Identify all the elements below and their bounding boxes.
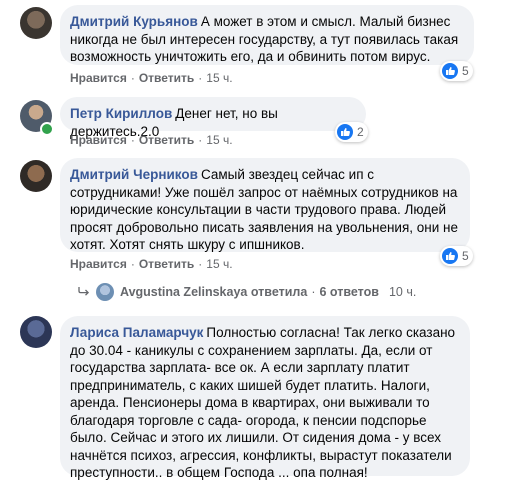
thumbs-up-icon [442,63,458,79]
reaction-count-value: 5 [462,249,469,263]
comment: Лариса Паламарчук Полностью согласна! Так… [0,310,512,480]
separator: · [130,133,135,147]
reply-link[interactable]: Ответить [139,71,194,85]
avatar[interactable] [20,316,52,348]
like-link[interactable]: Нравится [70,133,127,147]
comment-bubble: Дмитрий Курьянов А может в этом и смысл. … [60,5,474,65]
comment-bubble: Петр Кириллов Денег нет, но вы держитесь.… [60,97,366,139]
separator: · [198,71,203,85]
separator: · [198,257,203,271]
comment: Петр Кириллов Денег нет, но вы держитесь.… [0,90,512,150]
reaction-count[interactable]: 5 [440,61,473,81]
reaction-count[interactable]: 5 [440,246,473,266]
comment: Дмитрий Черников Самый звездец сейчас ип … [0,150,512,310]
comment-actions: Нравится · Ответить · 15 ч. [70,256,233,272]
comment-author[interactable]: Дмитрий Черников [70,167,198,182]
reply-author[interactable]: Avgustina Zelinskaya [120,282,247,302]
comment-text: Полностью согласна! Так легко сказано до… [70,325,456,480]
like-link[interactable]: Нравится [70,71,127,85]
comment-author[interactable]: Лариса Паламарчук [70,325,203,340]
online-status-icon [40,122,54,136]
comment-author[interactable]: Дмитрий Курьянов [70,14,198,29]
comment-time[interactable]: 15 ч. [206,133,232,147]
separator: · [311,285,316,299]
comment: Дмитрий Курьянов А может в этом и смысл. … [0,0,512,90]
avatar[interactable] [20,7,52,39]
comment-actions: Нравится · Ответить · 15 ч. [70,70,233,86]
reaction-count-value: 2 [357,125,364,139]
reply-avatar [96,283,114,301]
comment-bubble: Дмитрий Черников Самый звездец сейчас ип … [60,158,470,252]
reaction-count[interactable]: 2 [335,122,368,142]
separator: · [130,71,135,85]
separator: · [198,133,203,147]
reply-verb: ответила [250,285,308,299]
reply-count[interactable]: 6 ответов [319,282,378,302]
comment-time[interactable]: 15 ч. [206,71,232,85]
comment-actions: Нравится · Ответить · 15 ч. [70,132,233,148]
reply-time: 10 ч. [388,285,417,299]
thumbs-up-icon [442,248,458,264]
comment-time[interactable]: 15 ч. [206,257,232,271]
thumbs-up-icon [337,124,353,140]
separator: · [130,257,135,271]
like-link[interactable]: Нравится [70,257,127,271]
reply-arrow-icon [78,282,90,302]
reply-link[interactable]: Ответить [139,257,194,271]
reaction-count-value: 5 [462,64,469,78]
reply-link[interactable]: Ответить [139,133,194,147]
view-replies-link[interactable]: Avgustina Zelinskaya ответила · 6 ответов 1… [78,282,416,302]
comment-author[interactable]: Петр Кириллов [70,106,172,121]
avatar[interactable] [20,160,52,192]
comment-bubble: Лариса Паламарчук Полностью согласна! Так… [60,316,470,480]
